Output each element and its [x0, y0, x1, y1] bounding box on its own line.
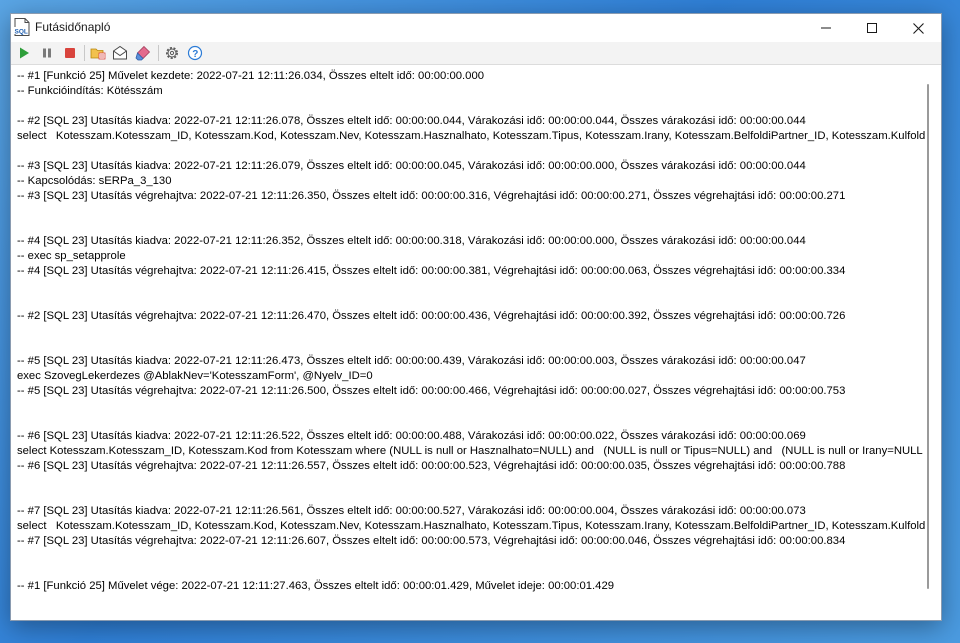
log-line: -- #1 [Funkció 25] Művelet vége: 2022-07…: [17, 580, 615, 592]
settings-button[interactable]: [164, 45, 180, 61]
log-line: -- #2 [SQL 23] Utasítás végrehajtva: 202…: [17, 310, 846, 322]
log-line: exec SzovegLekerdezes @AblakNev='Kotessz…: [17, 370, 373, 382]
log-line: -- #2 [SQL 23] Utasítás kiadva: 2022-07-…: [17, 115, 806, 127]
log-line: -- exec sp_setapprole: [17, 250, 126, 262]
log-line: -- #6 [SQL 23] Utasítás végrehajtva: 202…: [17, 460, 846, 472]
toolbar-separator: [84, 45, 85, 61]
gear-icon: [166, 47, 178, 59]
clear-log-button[interactable]: [135, 45, 151, 61]
log-line: -- #3 [SQL 23] Utasítás végrehajtva: 202…: [17, 190, 846, 202]
stop-icon: [65, 48, 75, 58]
help-icon: ?: [187, 45, 203, 61]
open-folder-icon: [90, 48, 106, 60]
pause-button[interactable]: [39, 45, 55, 61]
close-button[interactable]: [895, 14, 941, 42]
toolbar: ?: [11, 42, 941, 65]
log-line: -- #7 [SQL 23] Utasítás kiadva: 2022-07-…: [17, 505, 806, 517]
sql-icon-label: SQL: [15, 29, 28, 36]
log-line: -- #6 [SQL 23] Utasítás kiadva: 2022-07-…: [17, 430, 806, 442]
maximize-button[interactable]: [849, 14, 895, 42]
log-line: -- #1 [Funkció 25] Művelet kezdete: 2022…: [17, 70, 485, 82]
eraser-icon: [135, 45, 151, 61]
log-line: -- #4 [SQL 23] Utasítás végrehajtva: 202…: [17, 265, 846, 277]
vertical-scrollbar[interactable]: [927, 84, 929, 589]
play-icon: [20, 47, 29, 59]
minimize-button[interactable]: [803, 14, 849, 42]
sql-file-icon: SQL: [14, 18, 30, 36]
log-line: select Kotesszam.Kotesszam_ID, Kotesszam…: [17, 130, 925, 142]
log-text-area[interactable]: -- #1 [Funkció 25] Művelet kezdete: 2022…: [17, 69, 925, 614]
runtime-log-window: SQL Futásidőnapló ? -- #1 [Funkció 25] M…: [10, 13, 942, 621]
svg-text:?: ?: [192, 49, 198, 60]
toolbar-separator: [158, 45, 159, 61]
log-line: -- #5 [SQL 23] Utasítás végrehajtva: 202…: [17, 385, 846, 397]
log-line: select Kotesszam.Kotesszam_ID, Kotesszam…: [17, 520, 925, 532]
log-line: -- Funkcióindítás: Kötésszám: [17, 85, 163, 97]
maximize-icon: [867, 23, 877, 33]
log-line: -- #7 [SQL 23] Utasítás végrehajtva: 202…: [17, 535, 846, 547]
log-line: select Kotesszam.Kotesszam_ID, Kotesszam…: [17, 445, 923, 457]
log-line: -- Kapcsolódás: sERPa_3_130: [17, 175, 172, 187]
title-bar[interactable]: SQL Futásidőnapló: [11, 14, 941, 42]
pause-icon: [43, 48, 51, 58]
log-line: -- #3 [SQL 23] Utasítás kiadva: 2022-07-…: [17, 160, 806, 172]
log-line: -- #4 [SQL 23] Utasítás kiadva: 2022-07-…: [17, 235, 806, 247]
window-title: Futásidőnapló: [35, 20, 111, 34]
log-line: -- #5 [SQL 23] Utasítás kiadva: 2022-07-…: [17, 355, 806, 367]
send-email-button[interactable]: [112, 45, 128, 61]
help-button[interactable]: ?: [187, 45, 203, 61]
minimize-icon: [821, 27, 831, 29]
close-icon: [912, 22, 924, 34]
stop-button[interactable]: [62, 45, 78, 61]
open-log-button[interactable]: [90, 45, 106, 61]
email-icon: [113, 45, 127, 60]
play-button[interactable]: [16, 45, 32, 61]
